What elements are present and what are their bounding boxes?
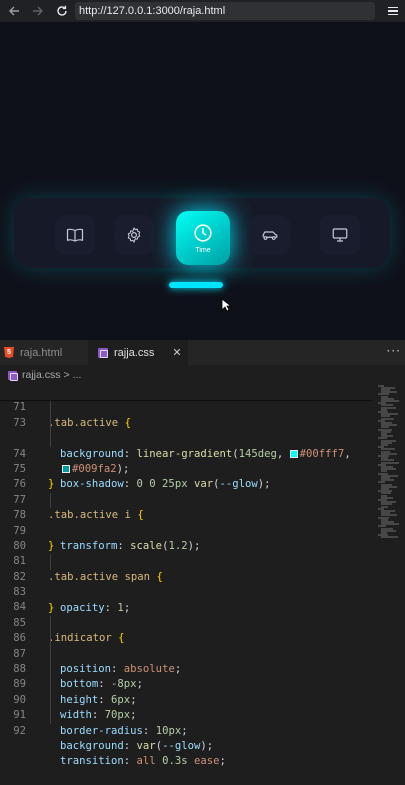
breadcrumb: rajja.css > ... bbox=[0, 365, 405, 385]
code-text: border-radius: 10px; bbox=[60, 724, 188, 737]
minimap-line bbox=[378, 393, 389, 395]
code-text: background: var(--glow); bbox=[60, 740, 214, 753]
code-line: 83 } bbox=[0, 570, 372, 613]
indent-guide bbox=[50, 492, 51, 509]
code-line: 75 } bbox=[0, 447, 372, 490]
minimap-line bbox=[378, 437, 387, 439]
close-icon[interactable]: ✕ bbox=[172, 346, 181, 359]
editor-tab-raja-html[interactable]: 5 raja.html bbox=[0, 340, 88, 365]
mouse-cursor-icon bbox=[221, 298, 231, 312]
indent-guide bbox=[50, 708, 51, 724]
code-line: 89 width: 70px; bbox=[0, 662, 372, 721]
code-line: 86 position: absolute; bbox=[0, 615, 372, 675]
indent-guide bbox=[50, 631, 51, 647]
code-line: 77 .tab.active i { bbox=[0, 477, 372, 521]
code-text: transition: all 0.3s ease; bbox=[60, 755, 226, 768]
editor-tab-label: rajja.css bbox=[114, 346, 155, 359]
arrow-left-icon[interactable] bbox=[2, 0, 26, 22]
tab-settings[interactable] bbox=[114, 215, 154, 255]
indent-guide bbox=[50, 431, 51, 447]
reload-icon[interactable] bbox=[50, 0, 74, 22]
editor-tab-strip: 5 raja.html rajja.css ✕ ··· bbox=[0, 340, 405, 365]
code-line: 85 .indicator { bbox=[0, 600, 372, 644]
code-line: 78 transform: scale(1.2); bbox=[0, 492, 372, 552]
tab-bar: Time bbox=[14, 198, 390, 268]
code-line: 71 .tab.active { bbox=[0, 385, 372, 428]
minimap[interactable] bbox=[376, 385, 405, 720]
editor-tab-rajja-css[interactable]: rajja.css ✕ bbox=[88, 340, 188, 365]
line-number: 92 bbox=[13, 724, 26, 737]
code-line: 79 } bbox=[0, 508, 372, 552]
minimap-line bbox=[381, 459, 394, 461]
clock-icon bbox=[194, 223, 212, 242]
code-line: 76 bbox=[0, 462, 372, 490]
code-line: 73 background: linear-gradient(145deg, #… bbox=[0, 400, 372, 460]
tab-time-label: Time bbox=[195, 246, 211, 254]
active-tab-indicator bbox=[169, 282, 223, 288]
indent-guide bbox=[50, 646, 51, 663]
minimap-line bbox=[381, 404, 393, 406]
minimap-line bbox=[381, 448, 395, 450]
minimap-line bbox=[381, 426, 389, 428]
code-line: 87 bottom: -8px; bbox=[0, 631, 372, 690]
css-icon bbox=[8, 370, 18, 381]
code-line: 88 height: 6px; bbox=[0, 646, 372, 706]
indent-guide bbox=[50, 554, 51, 570]
code-line: 81 .tab.active span { bbox=[0, 539, 372, 582]
indent-guide bbox=[50, 662, 51, 678]
code-line: 82 opacity: 1; bbox=[0, 554, 372, 614]
minimap-line bbox=[381, 514, 397, 516]
minimap-line bbox=[378, 481, 385, 483]
sticky-scroll-shadow bbox=[0, 400, 372, 402]
breadcrumb-symbol[interactable]: ... bbox=[73, 369, 82, 381]
code-editor: 5 raja.html rajja.css ✕ ··· rajja.css > … bbox=[0, 340, 405, 767]
editor-tab-label: raja.html bbox=[20, 346, 63, 359]
hamburger-menu-icon[interactable] bbox=[385, 0, 401, 22]
tab-car[interactable] bbox=[250, 215, 290, 255]
minimap-line bbox=[381, 415, 390, 417]
code-line: 90 border-radius: 10px; bbox=[0, 677, 372, 737]
car-icon bbox=[262, 231, 278, 240]
indent-guide bbox=[50, 677, 51, 693]
breadcrumb-file[interactable]: rajja.css bbox=[22, 369, 61, 381]
code-line: 91 background: var(--glow); bbox=[0, 692, 372, 752]
indent-guide bbox=[50, 692, 51, 709]
css-icon bbox=[98, 347, 108, 358]
indent-guide bbox=[50, 400, 51, 416]
more-actions-icon[interactable]: ··· bbox=[387, 344, 401, 358]
address-bar[interactable]: http://127.0.0.1:3000/raja.html bbox=[75, 2, 375, 20]
code-line: 80 bbox=[0, 524, 372, 552]
code-line: 74 box-shadow: 0 0 25px var(--glow); bbox=[0, 431, 372, 490]
indent-guide bbox=[50, 415, 51, 432]
minimap-line bbox=[381, 503, 392, 505]
tab-book[interactable] bbox=[55, 215, 95, 255]
minimap-line bbox=[381, 536, 398, 538]
browser-toolbar: http://127.0.0.1:3000/raja.html bbox=[0, 0, 405, 22]
tab-display[interactable] bbox=[320, 215, 360, 255]
code-area[interactable]: 71 .tab.active { 73 background: linear-g… bbox=[0, 385, 372, 767]
book-icon bbox=[66, 228, 84, 242]
code-line: #009fa2); bbox=[0, 415, 372, 475]
minimap-line bbox=[378, 525, 386, 527]
breadcrumb-separator: > bbox=[63, 369, 70, 381]
code-line: 92 transition: all 0.3s ease; bbox=[0, 708, 372, 767]
minimap-line bbox=[381, 492, 391, 494]
html5-icon: 5 bbox=[4, 347, 14, 358]
tab-time[interactable]: Time bbox=[176, 211, 230, 265]
monitor-icon bbox=[332, 228, 348, 242]
code-line: 84 bbox=[0, 585, 372, 613]
web-preview: Time bbox=[0, 22, 405, 340]
arrow-right-icon[interactable] bbox=[26, 0, 50, 22]
indent-guide bbox=[50, 615, 51, 632]
minimap-line bbox=[381, 470, 387, 472]
gear-icon bbox=[127, 227, 141, 243]
